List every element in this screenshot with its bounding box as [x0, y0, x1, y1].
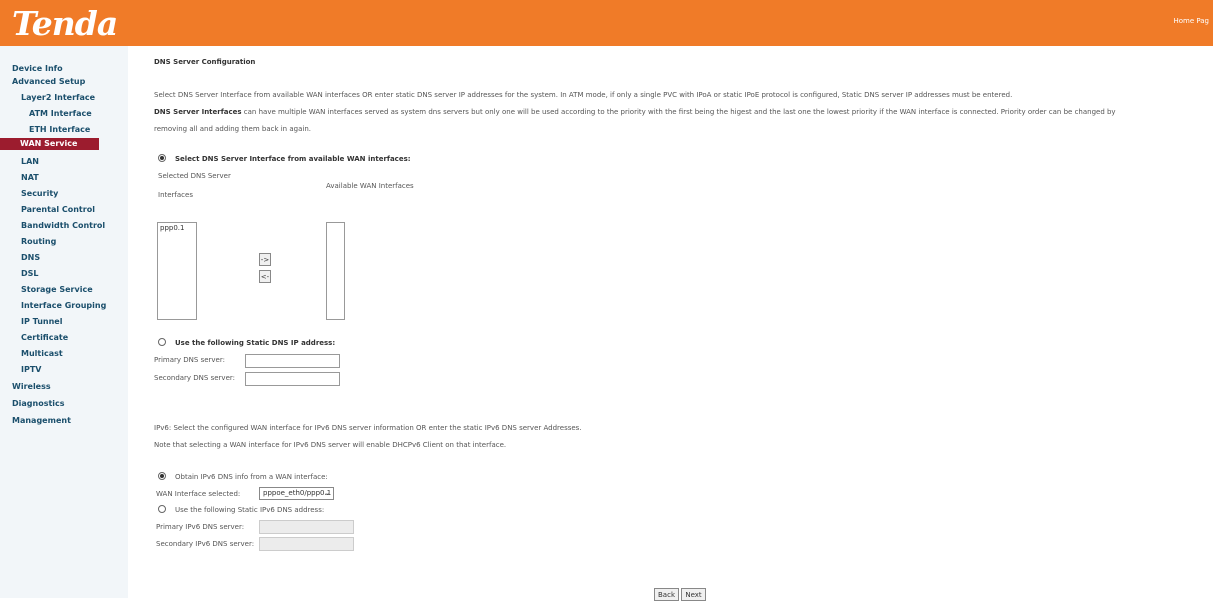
static-dns-radio[interactable] [158, 338, 166, 346]
sidebar-item-iptv[interactable]: IPTV [0, 362, 149, 378]
sidebar-item-nat[interactable]: NAT [0, 170, 149, 186]
intro-text-2: DNS Server Interfaces can have multiple … [154, 108, 1116, 116]
ipv6-info-text-2: Note that selecting a WAN interface for … [154, 441, 507, 449]
primary-dns-label: Primary DNS server: [154, 356, 225, 364]
sidebar-item-wireless[interactable]: Wireless [0, 379, 140, 395]
sidebar-item-management[interactable]: Management [0, 413, 140, 429]
intro-text-2-rest: can have multiple WAN interfaces served … [241, 108, 1116, 116]
ipv6-wan-radio[interactable] [158, 472, 166, 480]
sidebar-item-layer2-interface[interactable]: Layer2 Interface [0, 90, 149, 106]
secondary-ipv6-dns-input[interactable] [259, 537, 354, 551]
wan-interface-selected-value: pppoe_eth0/ppp0.1 [263, 489, 332, 497]
sidebar-item-parental-control[interactable]: Parental Control [0, 202, 149, 218]
select-dns-interface-label: Select DNS Server Interface from availab… [175, 155, 411, 163]
ipv6-static-label: Use the following Static IPv6 DNS addres… [175, 506, 325, 514]
move-right-button[interactable]: -> [259, 253, 271, 266]
sidebar-item-multicast[interactable]: Multicast [0, 346, 149, 362]
secondary-dns-input[interactable] [245, 372, 340, 386]
sidebar-item-storage-service[interactable]: Storage Service [0, 282, 149, 298]
ipv6-wan-label: Obtain IPv6 DNS info from a WAN interfac… [175, 473, 328, 481]
intro-text-3: removing all and adding them back in aga… [154, 125, 311, 133]
available-wan-interfaces-list[interactable] [326, 222, 345, 320]
primary-ipv6-dns-label: Primary IPv6 DNS server: [156, 523, 245, 531]
sidebar-item-diagnostics[interactable]: Diagnostics [0, 396, 140, 412]
ipv6-info-text-1: IPv6: Select the configured WAN interfac… [154, 424, 582, 432]
ipv6-static-radio[interactable] [158, 505, 166, 513]
sidebar-item-wan-service[interactable]: WAN Service [0, 138, 99, 150]
select-dns-interface-radio[interactable] [158, 154, 166, 162]
intro-bold-term: DNS Server Interfaces [154, 108, 242, 116]
secondary-ipv6-dns-label: Secondary IPv6 DNS server: [156, 540, 255, 548]
sidebar-item-dns[interactable]: DNS [0, 250, 149, 266]
sidebar-item-ip-tunnel[interactable]: IP Tunnel [0, 314, 149, 330]
sidebar-item-dsl[interactable]: DSL [0, 266, 149, 282]
intro-text-1: Select DNS Server Interface from availab… [154, 91, 1013, 99]
sidebar-item-interface-grouping[interactable]: Interface Grouping [0, 298, 149, 314]
selected-dns-label-line1: Selected DNS Server [158, 172, 231, 180]
sidebar-item-lan[interactable]: LAN [0, 154, 149, 170]
next-button[interactable]: Next [681, 588, 706, 601]
primary-ipv6-dns-input[interactable] [259, 520, 354, 534]
sidebar-item-security[interactable]: Security [0, 186, 149, 202]
selected-dns-label-line2: Interfaces [158, 191, 193, 199]
list-item[interactable]: ppp0.1 [158, 223, 196, 233]
main-content: DNS Server Configuration Select DNS Serv… [128, 46, 1213, 601]
header-bar: Tenda Home Pag [0, 0, 1213, 46]
wan-interface-select[interactable]: pppoe_eth0/ppp0.1 ⌄ [259, 487, 334, 500]
sidebar-item-bandwidth-control[interactable]: Bandwidth Control [0, 218, 149, 234]
sidebar-item-advanced-setup[interactable]: Advanced Setup [0, 74, 140, 90]
sidebar-item-routing[interactable]: Routing [0, 234, 149, 250]
selected-dns-interfaces-list[interactable]: ppp0.1 [157, 222, 197, 320]
chevron-down-icon: ⌄ [324, 489, 330, 497]
primary-dns-input[interactable] [245, 354, 340, 368]
page-title: DNS Server Configuration [154, 58, 256, 66]
sidebar-item-certificate[interactable]: Certificate [0, 330, 149, 346]
move-left-button[interactable]: <- [259, 270, 271, 283]
sidebar: Device Info Advanced Setup Layer2 Interf… [0, 46, 128, 598]
available-wan-label: Available WAN Interfaces [326, 182, 414, 190]
tenda-logo: Tenda [12, 4, 118, 43]
home-page-link[interactable]: Home Pag [1173, 17, 1209, 25]
secondary-dns-label: Secondary DNS server: [154, 374, 235, 382]
static-dns-label: Use the following Static DNS IP address: [175, 339, 336, 347]
wan-interface-selected-label: WAN Interface selected: [156, 490, 241, 498]
back-button[interactable]: Back [654, 588, 679, 601]
